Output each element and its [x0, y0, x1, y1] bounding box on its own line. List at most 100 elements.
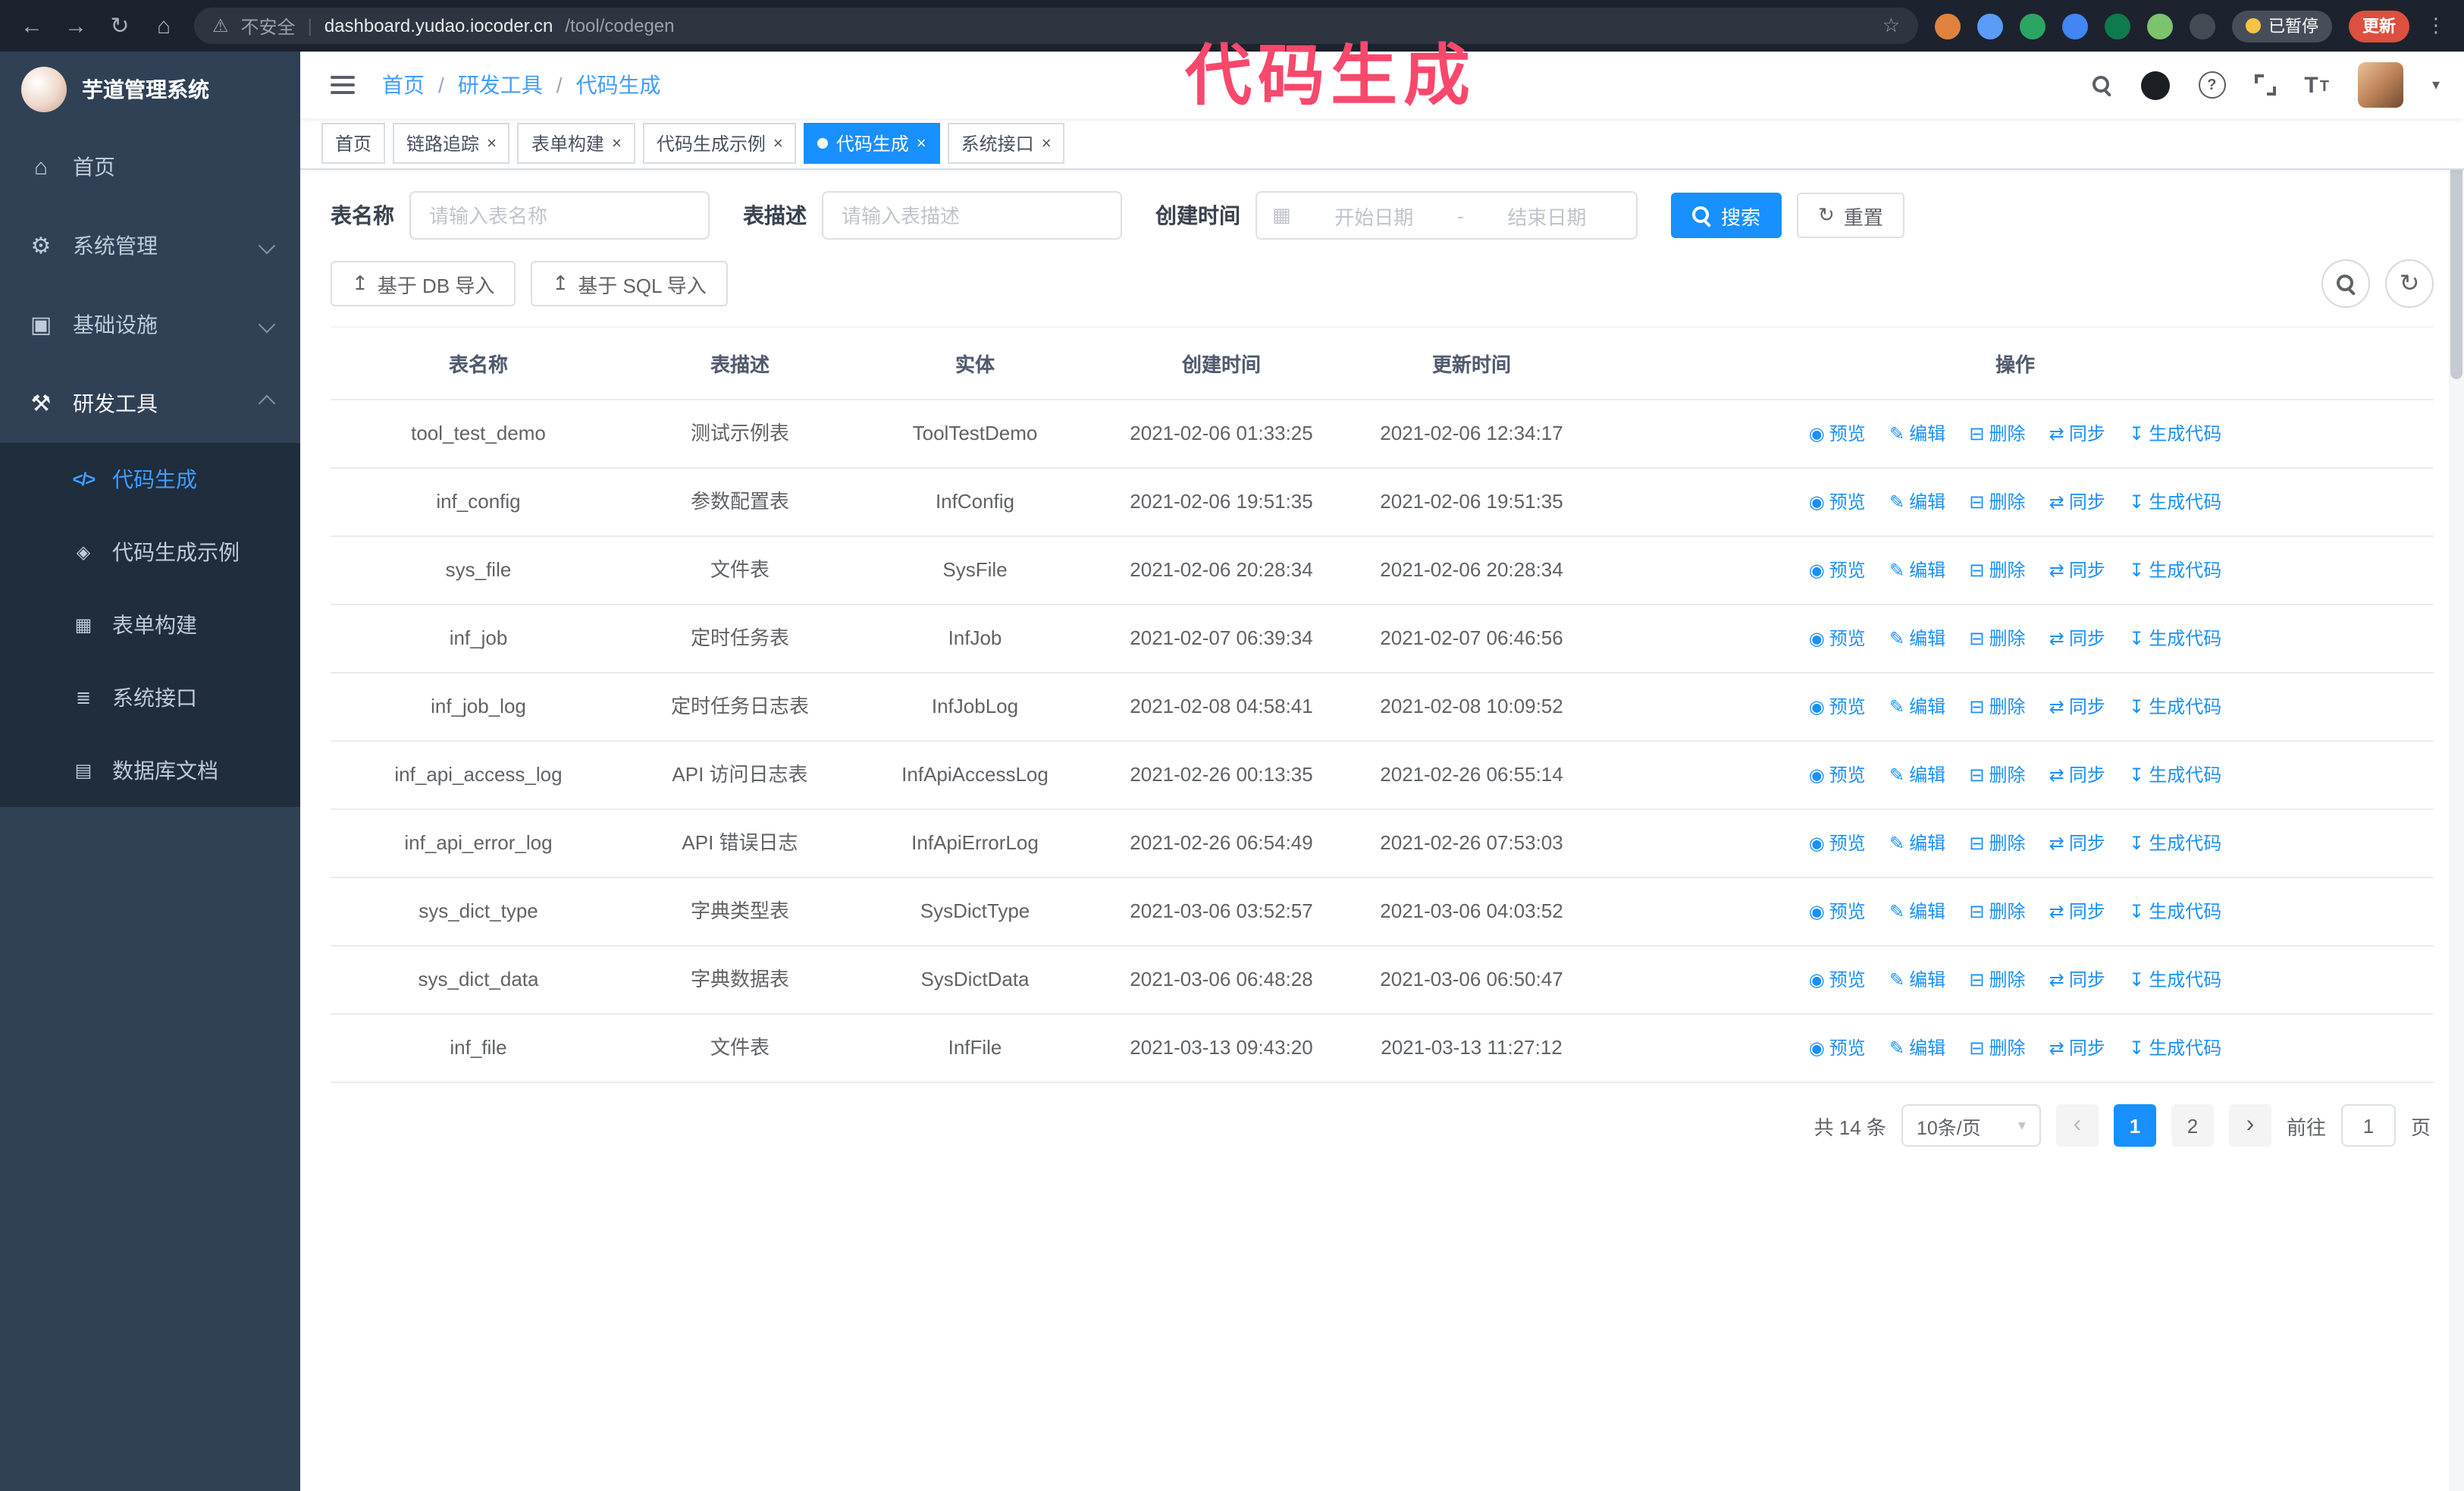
preview-link[interactable]: ◉ 预览: [1809, 833, 1866, 854]
delete-link[interactable]: ⊟ 删除: [1969, 901, 2025, 922]
github-icon[interactable]: [2140, 71, 2170, 99]
extension-icon-1[interactable]: [1935, 13, 1961, 39]
sync-link[interactable]: ⇄ 同步: [2049, 1037, 2105, 1059]
sidebar-item-system-api[interactable]: ≣ 系统接口: [0, 661, 300, 734]
delete-link[interactable]: ⊟ 删除: [1969, 423, 2025, 444]
fullscreen-icon[interactable]: [2254, 74, 2276, 96]
sidebar-item-home[interactable]: ⌂ 首页: [0, 127, 300, 206]
edit-link[interactable]: ✎ 编辑: [1889, 764, 1945, 786]
paused-badge[interactable]: 已暂停: [2232, 10, 2332, 42]
forward-button[interactable]: →: [62, 13, 89, 39]
tab-home[interactable]: 首页: [321, 123, 386, 164]
generate-code-link[interactable]: ↧ 生成代码: [2129, 696, 2221, 717]
sidebar-item-system[interactable]: ⚙ 系统管理: [0, 206, 300, 285]
sidebar-item-form-builder[interactable]: ▦ 表单构建: [0, 589, 300, 661]
delete-link[interactable]: ⊟ 删除: [1969, 764, 2025, 786]
preview-link[interactable]: ◉ 预览: [1809, 628, 1866, 649]
tab-codegen[interactable]: 代码生成 ×: [804, 123, 940, 164]
generate-code-link[interactable]: ↧ 生成代码: [2129, 901, 2221, 922]
sync-link[interactable]: ⇄ 同步: [2049, 969, 2105, 990]
generate-code-link[interactable]: ↧ 生成代码: [2129, 560, 2221, 581]
delete-link[interactable]: ⊟ 删除: [1969, 491, 2025, 513]
sync-link[interactable]: ⇄ 同步: [2049, 628, 2105, 649]
edit-link[interactable]: ✎ 编辑: [1889, 833, 1945, 854]
edit-link[interactable]: ✎ 编辑: [1889, 560, 1945, 581]
page-button-2[interactable]: 2: [2171, 1104, 2214, 1147]
edit-link[interactable]: ✎ 编辑: [1889, 1037, 1945, 1059]
help-icon[interactable]: ?: [2198, 71, 2226, 99]
close-icon[interactable]: ×: [1042, 134, 1052, 152]
browser-menu-icon[interactable]: ⋮: [2426, 14, 2446, 38]
chevron-down-icon[interactable]: ▾: [2432, 77, 2440, 93]
toggle-search-button[interactable]: [2321, 259, 2370, 308]
sidebar-item-codegen-example[interactable]: ◈ 代码生成示例: [0, 516, 300, 589]
tab-codegen-example[interactable]: 代码生成示例 ×: [642, 123, 797, 164]
generate-code-link[interactable]: ↧ 生成代码: [2129, 628, 2221, 649]
sync-link[interactable]: ⇄ 同步: [2049, 491, 2105, 513]
edit-link[interactable]: ✎ 编辑: [1889, 628, 1945, 649]
sidebar-item-codegen[interactable]: </> 代码生成: [0, 443, 300, 516]
edit-link[interactable]: ✎ 编辑: [1889, 901, 1945, 922]
edit-link[interactable]: ✎ 编辑: [1889, 969, 1945, 990]
sync-link[interactable]: ⇄ 同步: [2049, 764, 2105, 786]
url-bar[interactable]: ⚠ 不安全 | dashboard.yudao.iocoder.cn /tool…: [194, 8, 1918, 44]
tab-trace[interactable]: 链路追踪 ×: [393, 123, 510, 164]
close-icon[interactable]: ×: [612, 134, 622, 152]
sync-link[interactable]: ⇄ 同步: [2049, 560, 2105, 581]
security-label[interactable]: 不安全: [241, 13, 296, 39]
preview-link[interactable]: ◉ 预览: [1809, 423, 1866, 444]
edit-link[interactable]: ✎ 编辑: [1889, 696, 1945, 717]
close-icon[interactable]: ×: [773, 134, 783, 152]
import-sql-button[interactable]: ↥ 基于 SQL 导入: [531, 261, 728, 306]
preview-link[interactable]: ◉ 预览: [1809, 901, 1866, 922]
page-size-select[interactable]: 10条/页 ▾: [1901, 1104, 2041, 1147]
sidebar-item-devtools[interactable]: ⚒ 研发工具: [0, 364, 300, 443]
goto-page-input[interactable]: [2340, 1104, 2396, 1147]
sync-link[interactable]: ⇄ 同步: [2049, 696, 2105, 717]
breadcrumb-home[interactable]: 首页: [382, 70, 425, 100]
extension-icon-5[interactable]: [2105, 13, 2130, 39]
next-page-button[interactable]: ›: [2228, 1104, 2271, 1147]
extension-icon-6[interactable]: [2147, 13, 2173, 39]
reload-button[interactable]: ↻: [106, 12, 133, 39]
delete-link[interactable]: ⊟ 删除: [1969, 969, 2025, 990]
sidebar-item-infra[interactable]: ▣ 基础设施: [0, 285, 300, 364]
search-button[interactable]: 搜索: [1671, 193, 1782, 238]
delete-link[interactable]: ⊟ 删除: [1969, 833, 2025, 854]
hamburger-icon[interactable]: [324, 70, 361, 100]
sync-link[interactable]: ⇄ 同步: [2049, 833, 2105, 854]
close-icon[interactable]: ×: [487, 134, 497, 152]
update-button[interactable]: 更新: [2349, 10, 2409, 42]
page-button-1[interactable]: 1: [2113, 1104, 2156, 1147]
prev-page-button[interactable]: ‹: [2055, 1104, 2099, 1147]
back-button[interactable]: ←: [18, 13, 45, 39]
edit-link[interactable]: ✎ 编辑: [1889, 423, 1945, 444]
delete-link[interactable]: ⊟ 删除: [1969, 628, 2025, 649]
avatar[interactable]: [2357, 62, 2403, 108]
sync-link[interactable]: ⇄ 同步: [2049, 901, 2105, 922]
extension-icon-2[interactable]: [1977, 13, 2003, 39]
search-icon[interactable]: [2092, 75, 2111, 95]
logo[interactable]: 芋道管理系统: [0, 52, 300, 127]
generate-code-link[interactable]: ↧ 生成代码: [2129, 491, 2221, 513]
generate-code-link[interactable]: ↧ 生成代码: [2129, 833, 2221, 854]
refresh-table-button[interactable]: ↻: [2385, 259, 2434, 308]
extension-icon-7[interactable]: [2190, 13, 2215, 39]
generate-code-link[interactable]: ↧ 生成代码: [2129, 1037, 2221, 1059]
tab-form-builder[interactable]: 表单构建 ×: [517, 123, 635, 164]
sidebar-item-db-doc[interactable]: ▤ 数据库文档: [0, 734, 300, 807]
generate-code-link[interactable]: ↧ 生成代码: [2129, 764, 2221, 786]
generate-code-link[interactable]: ↧ 生成代码: [2129, 969, 2221, 990]
sync-link[interactable]: ⇄ 同步: [2049, 423, 2105, 444]
preview-link[interactable]: ◉ 预览: [1809, 969, 1866, 990]
generate-code-link[interactable]: ↧ 生成代码: [2129, 423, 2221, 444]
font-size-icon[interactable]: TT: [2304, 74, 2329, 96]
delete-link[interactable]: ⊟ 删除: [1969, 1037, 2025, 1059]
preview-link[interactable]: ◉ 预览: [1809, 696, 1866, 717]
extension-icon-4[interactable]: [2062, 13, 2088, 39]
preview-link[interactable]: ◉ 预览: [1809, 560, 1866, 581]
delete-link[interactable]: ⊟ 删除: [1969, 560, 2025, 581]
browser-home-button[interactable]: ⌂: [150, 13, 177, 39]
preview-link[interactable]: ◉ 预览: [1809, 491, 1866, 513]
reset-button[interactable]: ↻ 重置: [1797, 193, 1904, 238]
